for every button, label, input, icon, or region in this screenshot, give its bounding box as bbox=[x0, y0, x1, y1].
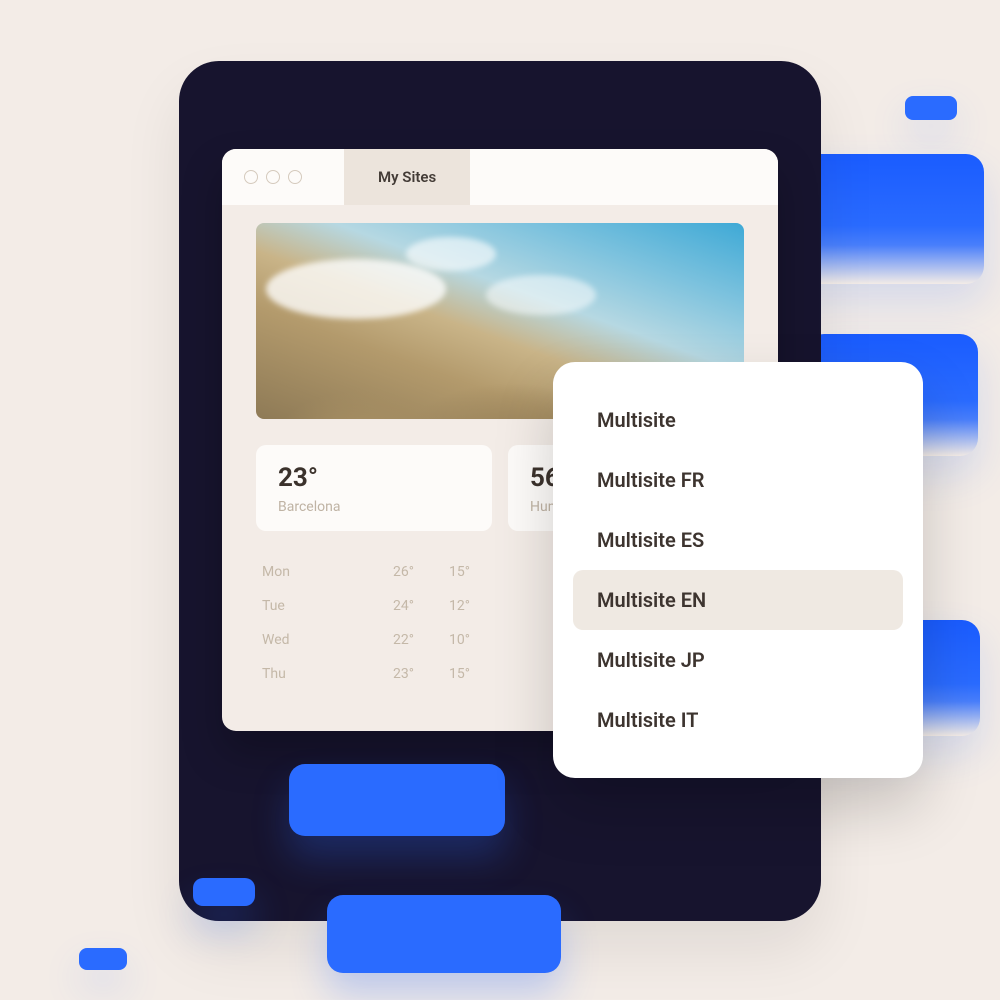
option-label: Multisite bbox=[597, 408, 676, 432]
forecast-high: 24° bbox=[358, 598, 414, 614]
decorative-blob bbox=[327, 895, 561, 973]
decorative-blob bbox=[79, 948, 127, 970]
window-titlebar: My Sites bbox=[222, 149, 778, 205]
tab-label: My Sites bbox=[378, 168, 436, 186]
option-label: Multisite JP bbox=[597, 648, 705, 672]
forecast-low: 15° bbox=[414, 666, 470, 682]
multisite-option[interactable]: Multisite bbox=[573, 390, 903, 450]
window-dot-icon bbox=[266, 170, 280, 184]
decorative-blob bbox=[289, 764, 505, 836]
forecast-low: 12° bbox=[414, 598, 470, 614]
decorative-blob bbox=[193, 878, 255, 906]
forecast-high: 26° bbox=[358, 564, 414, 580]
option-label: Multisite FR bbox=[597, 468, 704, 492]
tab-my-sites[interactable]: My Sites bbox=[344, 149, 470, 205]
window-dot-icon bbox=[244, 170, 258, 184]
option-label: Multisite ES bbox=[597, 528, 704, 552]
temperature-value: 23° bbox=[278, 463, 470, 493]
forecast-low: 10° bbox=[414, 632, 470, 648]
temperature-label: Barcelona bbox=[278, 499, 470, 515]
forecast-low: 15° bbox=[414, 564, 470, 580]
multisite-option[interactable]: Multisite IT bbox=[573, 690, 903, 750]
forecast-day: Wed bbox=[262, 632, 358, 648]
option-label: Multisite IT bbox=[597, 708, 698, 732]
forecast-high: 23° bbox=[358, 666, 414, 682]
multisite-dropdown[interactable]: Multisite Multisite FR Multisite ES Mult… bbox=[553, 362, 923, 778]
decorative-blob bbox=[905, 96, 957, 120]
window-dot-icon bbox=[288, 170, 302, 184]
forecast-day: Mon bbox=[262, 564, 358, 580]
multisite-option-selected[interactable]: Multisite EN bbox=[573, 570, 903, 630]
forecast-high: 22° bbox=[358, 632, 414, 648]
multisite-option[interactable]: Multisite FR bbox=[573, 450, 903, 510]
multisite-option[interactable]: Multisite JP bbox=[573, 630, 903, 690]
temperature-card: 23° Barcelona bbox=[256, 445, 492, 531]
forecast-day: Thu bbox=[262, 666, 358, 682]
option-label: Multisite EN bbox=[597, 588, 706, 612]
forecast-day: Tue bbox=[262, 598, 358, 614]
multisite-option[interactable]: Multisite ES bbox=[573, 510, 903, 570]
window-controls[interactable] bbox=[222, 149, 344, 205]
